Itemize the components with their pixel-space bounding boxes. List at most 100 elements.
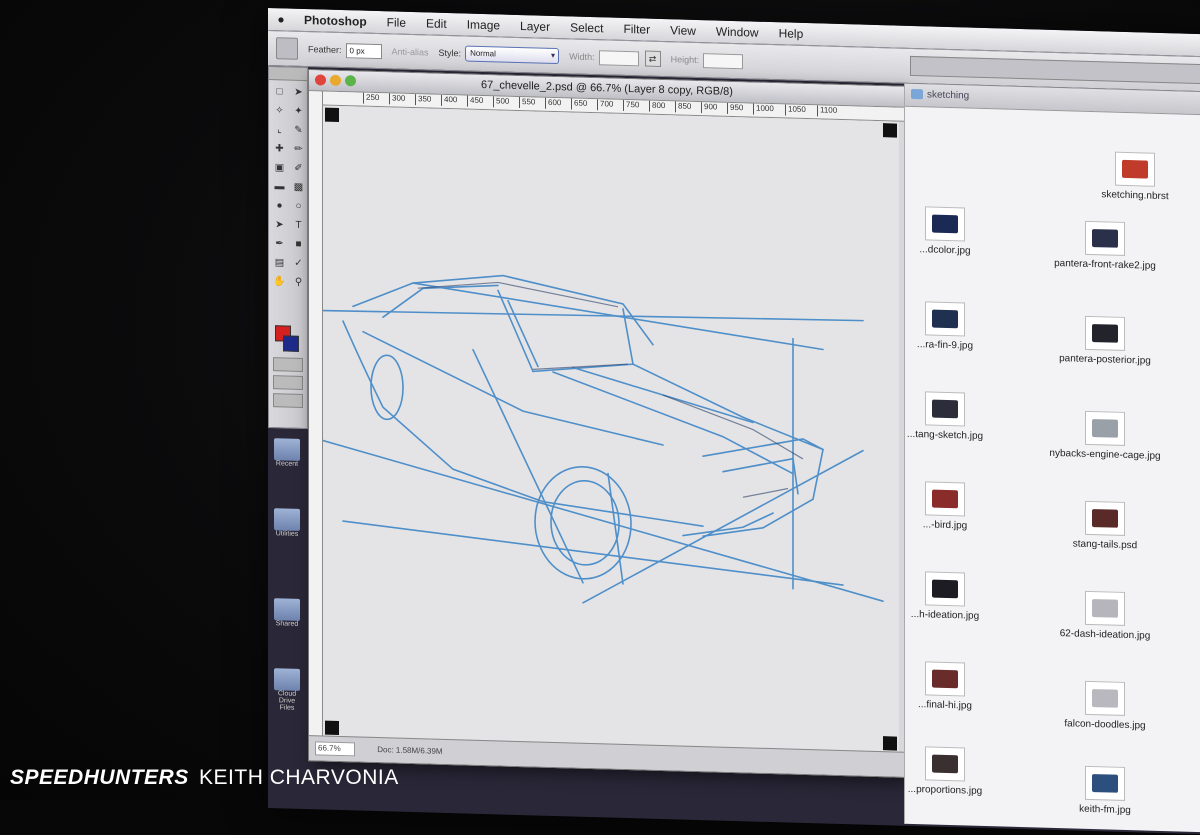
ruler-tick: 700 bbox=[597, 99, 614, 111]
file-item[interactable]: nybacks-engine-cage.jpg bbox=[1025, 409, 1185, 462]
file-item[interactable]: stang-tails.psd bbox=[1025, 499, 1185, 552]
lasso-tool-icon[interactable]: ✧ bbox=[271, 103, 288, 119]
file-item[interactable]: ...proportions.jpg bbox=[865, 745, 1025, 798]
stamp-tool-icon[interactable]: ▣ bbox=[271, 160, 288, 176]
swap-dimensions-icon[interactable]: ⇄ bbox=[644, 50, 661, 67]
file-item[interactable]: ...-bird.jpg bbox=[865, 480, 1025, 533]
menu-file[interactable]: File bbox=[377, 15, 416, 30]
magic-wand-tool-icon[interactable]: ✦ bbox=[290, 104, 307, 120]
menu-layer[interactable]: Layer bbox=[510, 19, 560, 34]
file-item[interactable]: 62-dash-ideation.jpg bbox=[1025, 589, 1185, 642]
toolbox-header[interactable] bbox=[269, 67, 307, 82]
menu-edit[interactable]: Edit bbox=[416, 16, 457, 31]
file-name: ...dcolor.jpg bbox=[919, 244, 971, 257]
ruler-tick: 850 bbox=[675, 101, 692, 113]
file-name: ...h-ideation.jpg bbox=[910, 608, 980, 622]
antialias-checkbox-label[interactable]: Anti-alias bbox=[392, 46, 429, 57]
hand-tool-icon[interactable]: ✋ bbox=[271, 274, 288, 290]
file-name: nybacks-engine-cage.jpg bbox=[1049, 447, 1161, 462]
desktop-folder-icon[interactable]: Utilities bbox=[272, 508, 302, 538]
ruler-tick: 450 bbox=[467, 95, 484, 108]
gradient-tool-icon[interactable]: ▩ bbox=[290, 180, 307, 196]
eyedropper-tool-icon[interactable]: ✓ bbox=[290, 256, 307, 272]
healing-brush-icon[interactable]: ✚ bbox=[271, 141, 288, 157]
car-sketch bbox=[323, 274, 884, 604]
height-input[interactable] bbox=[703, 52, 744, 69]
zoom-level-field[interactable]: 66.7% bbox=[315, 741, 355, 757]
crop-tool-icon[interactable]: ⌞ bbox=[271, 122, 288, 138]
file-item[interactable]: pantera-front-rake2.jpg bbox=[1025, 219, 1185, 272]
ruler-tick: 600 bbox=[545, 97, 562, 110]
file-name: 62-dash-ideation.jpg bbox=[1059, 628, 1151, 642]
menu-window[interactable]: Window bbox=[706, 24, 769, 40]
ruler-tick: 550 bbox=[519, 97, 536, 109]
move-tool-icon[interactable]: ➤ bbox=[290, 85, 307, 101]
file-item[interactable]: ...ra-fin-9.jpg bbox=[865, 300, 1025, 353]
notes-tool-icon[interactable]: ▤ bbox=[271, 255, 288, 271]
file-item[interactable]: falcon-doodles.jpg bbox=[1025, 679, 1185, 732]
blur-tool-icon[interactable]: ● bbox=[271, 198, 288, 214]
menu-help[interactable]: Help bbox=[769, 26, 814, 41]
document-window: 67_chevelle_2.psd @ 66.7% (Layer 8 copy,… bbox=[308, 69, 906, 778]
menu-filter[interactable]: Filter bbox=[613, 22, 660, 37]
menu-view[interactable]: View bbox=[660, 23, 706, 38]
photographer-credit: KEITH CHARVONIA bbox=[199, 766, 399, 789]
style-label: Style: bbox=[438, 47, 462, 59]
file-item[interactable]: sketching.nbrst bbox=[1055, 150, 1200, 203]
file-name: ...tang-sketch.jpg bbox=[906, 428, 984, 442]
pen-tool-icon[interactable]: ✒ bbox=[271, 236, 288, 252]
screen: ● Photoshop File Edit Image Layer Select… bbox=[268, 8, 1200, 835]
vertical-ruler[interactable] bbox=[309, 91, 323, 737]
slice-tool-icon[interactable]: ✎ bbox=[290, 123, 307, 139]
menu-app-name[interactable]: Photoshop bbox=[294, 13, 377, 29]
history-brush-icon[interactable]: ✐ bbox=[290, 161, 307, 177]
path-select-tool-icon[interactable]: ➤ bbox=[271, 217, 288, 233]
shape-tool-icon[interactable]: ■ bbox=[290, 237, 307, 253]
style-select[interactable]: Normal bbox=[465, 45, 560, 65]
desktop-folder-icon[interactable]: Recent bbox=[272, 438, 302, 468]
file-item[interactable]: keith-fm.jpg bbox=[1025, 764, 1185, 817]
height-label: Height: bbox=[670, 54, 700, 66]
file-item[interactable]: ...h-ideation.jpg bbox=[865, 570, 1025, 623]
apple-menu-icon[interactable]: ● bbox=[268, 12, 294, 27]
jump-to-imageready-button[interactable] bbox=[273, 393, 303, 408]
type-tool-icon[interactable]: T bbox=[290, 218, 307, 234]
screen-mode-toggle[interactable] bbox=[273, 375, 303, 390]
zoom-window-icon[interactable] bbox=[345, 75, 356, 87]
menu-image[interactable]: Image bbox=[457, 17, 510, 33]
file-name: ...-bird.jpg bbox=[922, 519, 968, 532]
file-item[interactable]: ...tang-sketch.jpg bbox=[865, 390, 1025, 443]
image-canvas[interactable] bbox=[323, 105, 899, 753]
desktop-folder-icon[interactable]: Cloud Drive Files bbox=[272, 668, 302, 712]
marquee-tool-icon[interactable]: □ bbox=[271, 84, 288, 100]
close-window-icon[interactable] bbox=[315, 74, 326, 86]
background-color-swatch[interactable] bbox=[283, 335, 299, 352]
quick-mask-toggle[interactable] bbox=[273, 357, 303, 372]
file-name: ...final-hi.jpg bbox=[918, 699, 972, 712]
ruler-tick: 650 bbox=[571, 98, 588, 110]
finder-icon-grid: sketching.nbrst ...dcolor.jpg pantera-fr… bbox=[905, 106, 1200, 835]
ruler-tick: 1000 bbox=[753, 103, 774, 116]
file-item[interactable]: ...dcolor.jpg bbox=[865, 205, 1025, 258]
minimize-window-icon[interactable] bbox=[330, 74, 341, 87]
dodge-tool-icon[interactable]: ○ bbox=[290, 199, 307, 215]
ruler-tick: 500 bbox=[493, 96, 510, 108]
document-size-info[interactable]: Doc: 1.58M/6.39M bbox=[377, 738, 442, 764]
menu-select[interactable]: Select bbox=[560, 20, 613, 35]
speedhunters-logo: SPEEDHUNTERS bbox=[10, 766, 189, 789]
zoom-tool-icon[interactable]: ⚲ bbox=[290, 275, 307, 291]
file-item[interactable]: pantera-posterior.jpg bbox=[1025, 314, 1185, 367]
feather-input[interactable]: 0 px bbox=[345, 42, 382, 59]
toolbox: □ ➤ ✧ ✦ ⌞ ✎ ✚ ✏ ▣ ✐ ▬ ▩ ● ○ ➤ T ✒ ■ ▤ ✓ … bbox=[268, 66, 308, 430]
ruler-tick: 400 bbox=[441, 94, 458, 107]
width-input[interactable] bbox=[598, 49, 639, 66]
ruler-tick: 350 bbox=[415, 94, 432, 106]
marquee-tool-preset-icon[interactable] bbox=[276, 37, 298, 60]
brush-tool-icon[interactable]: ✏ bbox=[290, 142, 307, 158]
eraser-tool-icon[interactable]: ▬ bbox=[271, 179, 288, 195]
desktop-folder-icon[interactable]: Shared bbox=[272, 598, 302, 628]
palette-well[interactable] bbox=[910, 55, 1200, 85]
ruler-tick: 300 bbox=[389, 93, 406, 105]
file-item[interactable]: ...final-hi.jpg bbox=[865, 660, 1025, 713]
width-label: Width: bbox=[569, 51, 595, 63]
